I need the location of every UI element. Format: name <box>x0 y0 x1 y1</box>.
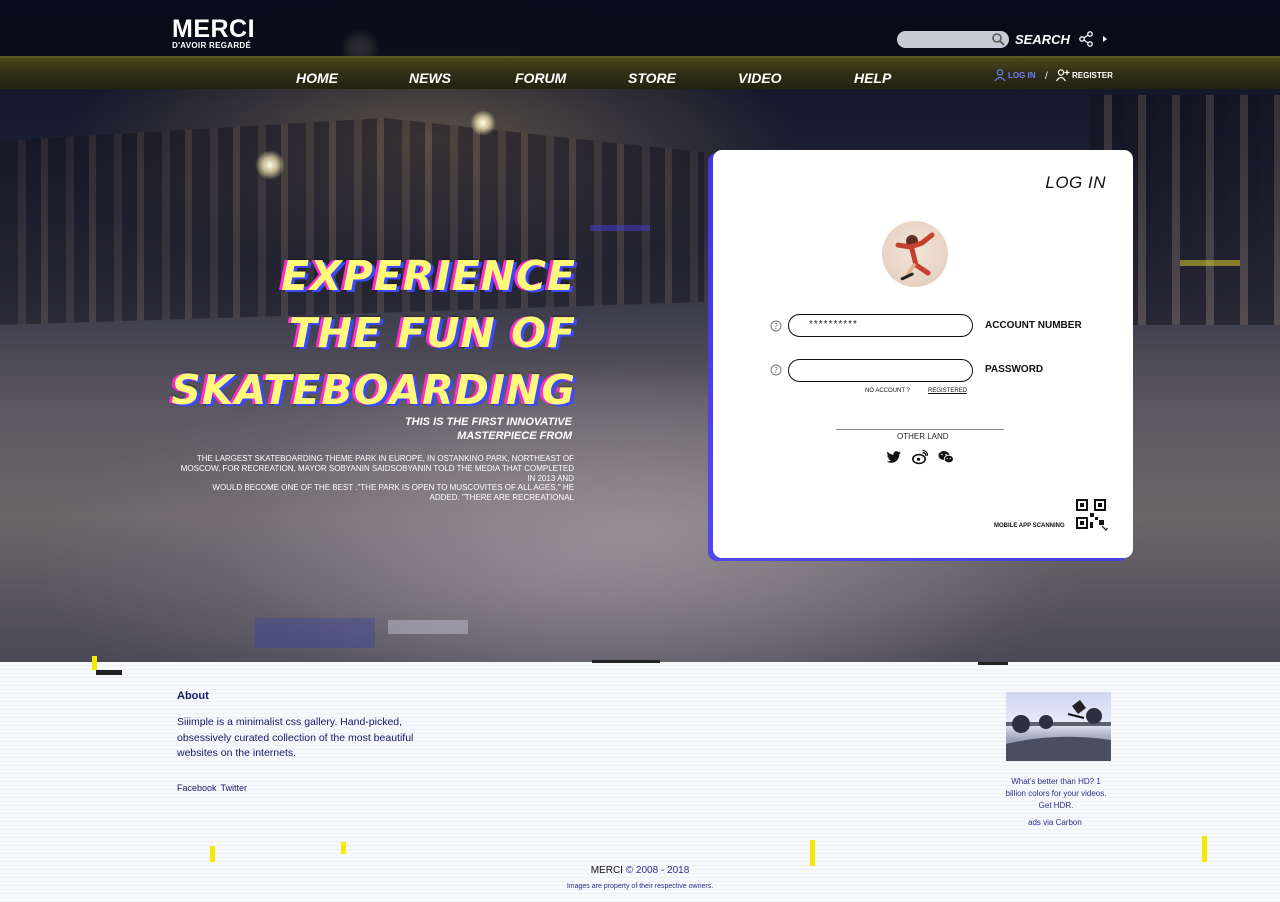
brand-logo[interactable]: MERCI D'AVOIR REGARDÉ <box>172 17 255 51</box>
ad-line: What's better than HD? 1 <box>1011 777 1101 786</box>
svg-text:?: ? <box>774 366 778 375</box>
ad-line: billion colors for your videos. <box>1005 789 1107 798</box>
hero-headline: EXPERIENCE THE FUN OF SKATEBOARDING <box>160 248 576 419</box>
brand-tagline: D'AVOIR REGARDÉ <box>172 41 252 50</box>
about-line: Siiimple is a minimalist css gallery. Ha… <box>177 716 403 728</box>
hero-body-text: THE LARGEST SKATEBOARDING THEME PARK IN … <box>168 454 574 503</box>
help-icon[interactable]: ? <box>770 320 782 332</box>
glitch-bar <box>341 842 346 854</box>
qr-code-icon[interactable] <box>1076 499 1110 533</box>
about-line: obsessively curated collection of the mo… <box>177 731 414 744</box>
glitch-bar <box>92 656 97 670</box>
nav-separator: / <box>1045 71 1048 82</box>
ad-via-link[interactable]: ads via Carbon <box>1028 818 1082 827</box>
body-line: WOULD BECOME ONE OF THE BEST ."THE PARK … <box>212 483 574 493</box>
about-line: websites on the internets. <box>177 747 297 759</box>
stadium-light <box>255 150 285 180</box>
copyright-years: © 2008 - 2018 <box>625 865 690 876</box>
headline-line: THE FUN OF <box>288 309 576 357</box>
headline-line: SKATEBOARDING <box>171 366 576 414</box>
nav-help[interactable]: HELP <box>854 70 891 86</box>
weibo-icon[interactable] <box>912 449 928 465</box>
glitch-bar <box>210 846 215 862</box>
top-bar: MERCI D'AVOIR REGARDÉ SEARCH <box>0 0 1280 56</box>
help-icon[interactable]: ? <box>770 364 782 376</box>
nav-home[interactable]: HOME <box>296 70 338 86</box>
divider <box>836 429 1004 430</box>
login-card: LOG IN ? ********** ACCOUNT NUMBER ? PAS… <box>713 150 1133 558</box>
body-line: THE LARGEST SKATEBOARDING THEME PARK IN … <box>196 454 574 463</box>
brand-name: MERCI <box>172 15 256 43</box>
subhead-line: MASTERPIECE FROM <box>457 430 572 442</box>
search-button[interactable]: SEARCH <box>1015 32 1070 47</box>
glitch-strip <box>255 618 375 648</box>
copyright-name: MERCI <box>590 865 623 876</box>
footer: About Siiimple is a minimalist css galle… <box>0 656 1280 902</box>
nav-register-link[interactable]: REGISTER <box>1055 69 1113 82</box>
other-land-label: OTHER LAND <box>897 432 949 441</box>
add-user-icon <box>1055 69 1070 82</box>
no-account-text: NO ACCOUNT ? <box>865 388 910 394</box>
glitch-strip <box>388 620 468 634</box>
user-icon <box>994 69 1006 82</box>
password-label: PASSWORD <box>985 364 1044 375</box>
twitter-icon[interactable] <box>886 449 902 465</box>
glitch-bar <box>1202 836 1207 862</box>
ad-image[interactable] <box>1006 692 1111 761</box>
password-field[interactable] <box>788 359 973 382</box>
skater-photo <box>895 232 935 281</box>
glitch-bar <box>96 670 122 675</box>
skate-ad-photo <box>1006 700 1111 761</box>
registered-link[interactable]: REGISTERED <box>928 388 967 394</box>
copyright: MERCI © 2008 - 2018 <box>0 865 1280 876</box>
nav-video[interactable]: VIDEO <box>738 70 782 86</box>
hero-subhead: THIS IS THE FIRST INNOVATIVE MASTERPIECE… <box>380 415 572 443</box>
glitch-bar <box>810 840 815 866</box>
search-icon[interactable] <box>991 32 1005 46</box>
nav-login-link[interactable]: LOG IN <box>994 69 1036 82</box>
share-icon[interactable] <box>1079 31 1109 47</box>
search-input[interactable] <box>897 31 1009 48</box>
mobile-scan-label: MOBILE APP SCANNING <box>994 523 1065 529</box>
main-nav: HOME NEWS FORUM STORE VIDEO HELP LOG IN … <box>0 56 1280 89</box>
svg-text:?: ? <box>774 322 778 331</box>
account-number-field[interactable]: ********** <box>788 314 973 337</box>
facebook-link[interactable]: Facebook <box>177 783 217 793</box>
nav-store[interactable]: STORE <box>628 70 676 86</box>
headline-line: EXPERIENCE <box>281 252 576 300</box>
glitch-strip <box>590 225 650 231</box>
avatar <box>882 221 948 287</box>
nav-news[interactable]: NEWS <box>409 70 451 86</box>
ad-text[interactable]: What's better than HD? 1 billion colors … <box>998 776 1114 812</box>
glitch-bar <box>592 660 660 663</box>
nav-register-label: REGISTER <box>1072 71 1113 80</box>
twitter-link[interactable]: Twitter <box>221 783 248 793</box>
body-line: MOSCOW, FOR RECREATION, MAYOR SOBYANIN S… <box>180 463 574 473</box>
footer-social-links: Facebook Twitter <box>177 783 251 793</box>
ad-line: Get HDR. <box>1038 801 1074 810</box>
subhead-line: THIS IS THE FIRST INNOVATIVE <box>404 416 572 428</box>
account-number-label: ACCOUNT NUMBER <box>985 320 1082 331</box>
glitch-bar <box>978 662 1008 665</box>
body-line: IN 2013 AND <box>527 473 574 483</box>
body-line: ADDED. "THERE ARE RECREATIONAL <box>429 493 575 503</box>
nav-login-label: LOG IN <box>1008 71 1036 80</box>
glitch-strip <box>1180 260 1240 266</box>
wechat-icon[interactable] <box>938 449 954 465</box>
about-text: Siiimple is a minimalist css gallery. Ha… <box>177 715 437 762</box>
nav-forum[interactable]: FORUM <box>515 70 566 86</box>
about-title: About <box>177 690 209 702</box>
rights-notice: Images are property of their respective … <box>566 883 714 890</box>
login-title: LOG IN <box>1045 173 1106 192</box>
stadium-light <box>470 110 496 136</box>
